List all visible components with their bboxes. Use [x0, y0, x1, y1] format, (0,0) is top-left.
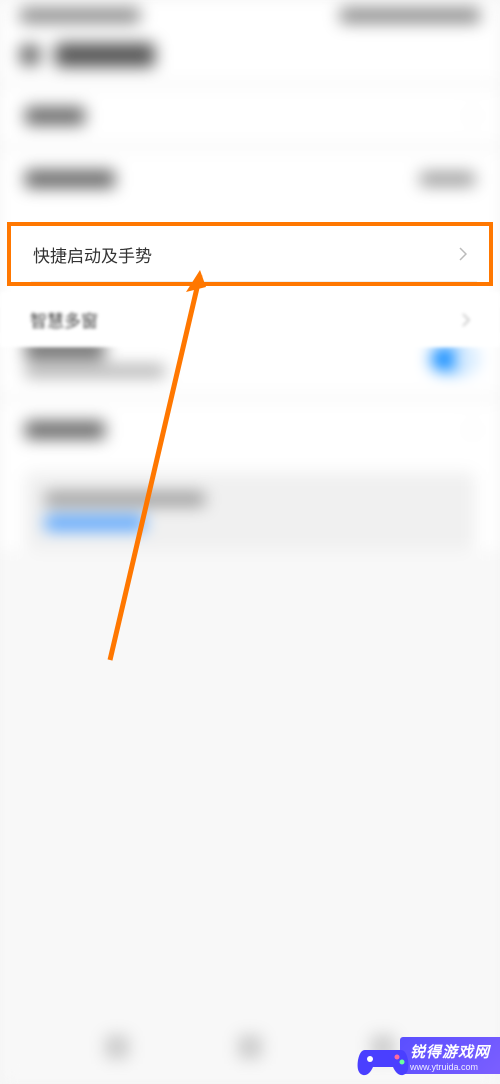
watermark: 锐得游戏网 www.ytruida.com [400, 1037, 500, 1074]
row-label [25, 421, 105, 439]
gamepad-icon [355, 1035, 415, 1077]
chevron-right-icon [462, 313, 470, 327]
status-bar [0, 0, 500, 30]
row-value [420, 172, 475, 186]
settings-row-smart-window[interactable]: 智慧多窗 [0, 292, 500, 347]
watermark-text-box: 锐得游戏网 www.ytruida.com [400, 1037, 500, 1074]
watermark-title: 锐得游戏网 [410, 1041, 490, 1062]
info-link[interactable] [45, 516, 145, 530]
settings-row-blur-2[interactable] [0, 151, 500, 206]
blurred-background: › › [0, 0, 500, 1084]
chevron-right-icon [459, 247, 467, 261]
nav-home-icon[interactable] [238, 1035, 262, 1059]
highlighted-row-label: 快捷启动及手势 [33, 242, 152, 267]
status-time [20, 8, 140, 23]
toggle-switch[interactable] [431, 347, 475, 371]
info-text-1 [45, 492, 205, 506]
watermark-url: www.ytruida.com [410, 1062, 478, 1072]
row-label [25, 170, 115, 188]
page-title [55, 43, 155, 67]
chevron-right-icon: › [470, 107, 475, 125]
chevron-right-icon: › [470, 421, 475, 439]
row-label [25, 107, 85, 125]
section-1: › [0, 88, 500, 143]
back-icon[interactable] [20, 45, 40, 65]
section-4: › [0, 402, 500, 550]
settings-row-blur-1[interactable]: › [0, 88, 500, 143]
nav-back-icon[interactable] [105, 1035, 129, 1059]
page-header [0, 30, 500, 80]
toggle-knob [453, 349, 473, 369]
highlighted-settings-row[interactable]: 快捷启动及手势 [7, 222, 493, 286]
info-box [25, 472, 475, 550]
toggle-subtitle [25, 365, 165, 377]
settings-row-blur-3[interactable]: › [0, 402, 500, 457]
status-indicators [340, 8, 480, 23]
row-label: 智慧多窗 [30, 307, 98, 332]
